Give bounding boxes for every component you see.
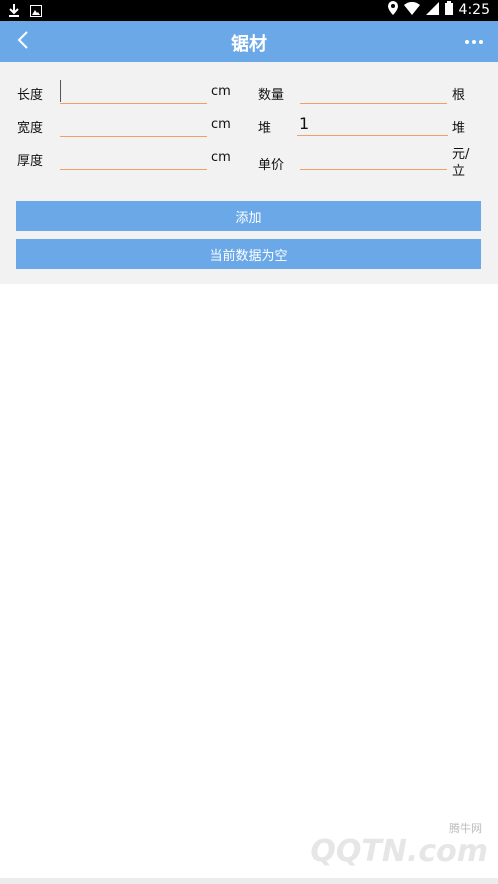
width-label: 宽度 (17, 121, 44, 136)
battery-icon (444, 1, 453, 19)
quantity-unit: 根 (452, 88, 466, 103)
more-dots-icon (465, 40, 469, 44)
watermark-logo-text: QQTN.com (310, 834, 488, 869)
signal-icon (425, 1, 439, 19)
quantity-input[interactable] (300, 80, 447, 104)
pile-input[interactable] (297, 112, 448, 136)
thickness-label: 厚度 (17, 154, 44, 169)
length-input[interactable] (60, 80, 207, 104)
more-dots-icon (472, 40, 476, 44)
form-panel: 长度 cm 数量 根 宽度 cm 堆 堆 厚度 cm 单价 元/ 立 添加 当前… (0, 62, 498, 284)
unit-price-label: 单价 (258, 158, 285, 173)
add-button[interactable]: 添加 (16, 201, 481, 231)
width-unit: cm (211, 117, 231, 132)
page-title: 锯材 (231, 34, 267, 55)
length-label: 长度 (17, 88, 44, 103)
width-input[interactable] (60, 113, 207, 137)
data-status-button[interactable]: 当前数据为空 (16, 239, 481, 269)
wifi-icon (403, 1, 420, 19)
thickness-input[interactable] (60, 146, 207, 170)
thickness-unit: cm (211, 150, 231, 165)
pile-label: 堆 (258, 121, 272, 136)
download-icon (8, 2, 20, 21)
quantity-label: 数量 (258, 88, 285, 103)
unit-price-unit-line1: 元/ (452, 147, 470, 162)
more-button[interactable] (462, 30, 486, 54)
photo-icon (30, 2, 42, 21)
length-unit: cm (211, 84, 231, 99)
app-bar: 锯材 (0, 21, 498, 62)
bottom-divider (0, 878, 498, 884)
unit-price-unit-line2: 立 (452, 164, 466, 179)
status-bar-left (8, 2, 42, 21)
unit-price-input[interactable] (300, 146, 447, 170)
more-dots-icon (479, 40, 483, 44)
status-bar-right: 4:25 (387, 1, 490, 19)
status-time: 4:25 (458, 2, 490, 18)
status-bar: 4:25 (0, 0, 498, 21)
location-icon (387, 1, 398, 19)
unit-price-unit: 元/ 立 (452, 146, 469, 180)
pile-unit: 堆 (452, 121, 466, 136)
watermark: 腾牛网 QQTN.com (288, 820, 488, 876)
